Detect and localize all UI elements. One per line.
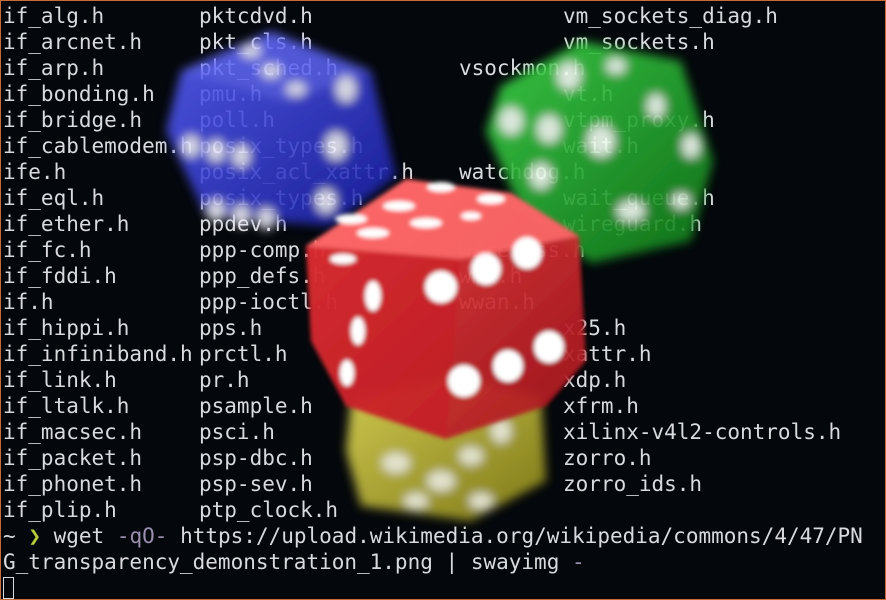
command-url: https://upload.wikimedia.org/wikipedia/c…	[180, 524, 863, 548]
viewer-command: swayimg	[470, 550, 560, 574]
listing-col2-entry: ppp_defs.h	[199, 264, 326, 288]
listing-col4-entry: zorro.h	[563, 446, 652, 470]
input-line[interactable]	[3, 575, 14, 599]
command-line: ~ ❯ wget -qO- https://upload.wikimedia.o…	[3, 523, 863, 549]
listing-col2-entry: ptp_clock.h	[199, 498, 339, 522]
listing-col2-entry: posix_types.h	[199, 134, 364, 158]
listing-col1-entry: if_eql.h	[3, 186, 105, 210]
listing-col2-entry: posix_types.h	[199, 186, 364, 210]
listing-col1-entry: if_plip.h	[3, 498, 117, 522]
listing-col2-entry: ppp-comp.h	[199, 238, 326, 262]
listing-col2-entry: pkt_sched.h	[199, 56, 339, 80]
listing-col2-entry: pmu.h	[199, 82, 263, 106]
listing-col2-entry: pktcdvd.h	[199, 4, 313, 28]
listing-col1-entry: if_hippi.h	[3, 316, 130, 340]
listing-column-2: pktcdvd.h pkt_cls.h pkt_sched.h pmu.h poll.h…	[199, 3, 414, 523]
listing-col4-entry: xdp.h	[563, 368, 627, 392]
listing-col1-entry: if_arcnet.h	[3, 30, 143, 54]
listing-col4-entry: xfrm.h	[563, 394, 639, 418]
listing-col1-entry: if_link.h	[3, 368, 117, 392]
prompt-cwd: ~	[3, 524, 16, 548]
listing-col1-entry: if_bridge.h	[3, 108, 143, 132]
listing-col4-entry: x25.h	[563, 316, 627, 340]
command-flag: -qO-	[116, 524, 168, 548]
listing-col4-entry: xilinx-v4l2-controls.h	[563, 420, 842, 444]
listing-col1-entry: if_ether.h	[3, 212, 130, 236]
listing-col2-entry: pkt_cls.h	[199, 30, 313, 54]
listing-col1-entry: if_cablemodem.h	[3, 134, 193, 158]
prompt-arrow-icon: ❯	[28, 524, 41, 548]
listing-col1-entry: ife.h	[3, 160, 67, 184]
listing-col1-entry: if_infiniband.h	[3, 342, 193, 366]
text-cursor[interactable]	[3, 577, 14, 599]
listing-col2-entry: prctl.h	[199, 342, 288, 366]
listing-col2-entry: posix_acl_xattr.h	[199, 160, 414, 184]
listing-col4-entry	[563, 497, 841, 523]
listing-col1-entry: if_alg.h	[3, 4, 105, 28]
listing-col4-entry: vm_sockets.h	[563, 30, 715, 54]
listing-col4-entry: xattr.h	[563, 342, 652, 366]
listing-col4-entry: vt.h	[563, 82, 614, 106]
listing-col4-entry	[563, 263, 841, 289]
listing-col1-entry: if_phonet.h	[3, 472, 143, 496]
listing-col1-entry: if_bonding.h	[3, 82, 155, 106]
listing-col2-entry: psp-sev.h	[199, 472, 313, 496]
listing-col1-entry: if_arp.h	[3, 56, 105, 80]
stdin-dash: -	[572, 550, 585, 574]
listing-col4-entry: wait.h	[563, 134, 639, 158]
listing-col4-entry	[563, 237, 841, 263]
listing-col1-entry: if_fddi.h	[3, 264, 117, 288]
terminal-window[interactable]: if_alg.h if_arcnet.h if_arp.h if_bonding.h i…	[0, 0, 886, 600]
listing-col1-entry: if_packet.h	[3, 446, 143, 470]
listing-col2-entry: ppdev.h	[199, 212, 288, 236]
listing-column-4: vm_sockets_diag.h vm_sockets.h vt.h vtpm_pr…	[563, 3, 841, 523]
listing-col4-entry: vm_sockets_diag.h	[563, 4, 778, 28]
listing-col1-entry: if_macsec.h	[3, 420, 143, 444]
listing-col2-entry: psci.h	[199, 420, 275, 444]
listing-col4-entry	[563, 55, 841, 81]
listing-col2-entry: pr.h	[199, 368, 250, 392]
listing-col2-entry: pps.h	[199, 316, 263, 340]
listing-col1-entry: if_ltalk.h	[3, 394, 130, 418]
listing-col4-entry: vtpm_proxy.h	[563, 108, 715, 132]
command-url-continued: G_transparency_demonstration_1.png	[3, 550, 433, 574]
listing-column-1: if_alg.h if_arcnet.h if_arp.h if_bonding.h i…	[3, 3, 193, 523]
listing-col4-entry: zorro_ids.h	[563, 472, 703, 496]
listing-col4-entry: wait_queue.h	[563, 186, 715, 210]
listing-col4-entry	[563, 159, 841, 185]
listing-col1-entry: if.h	[3, 290, 54, 314]
listing-col1-entry: if_fc.h	[3, 238, 92, 262]
listing-col2-entry: psample.h	[199, 394, 313, 418]
terminal-output[interactable]: if_alg.h if_arcnet.h if_arp.h if_bonding.h i…	[3, 3, 883, 599]
listing-col2-entry: ppp-ioctl.h	[199, 290, 339, 314]
command-name: wget	[53, 524, 105, 548]
listing-col4-entry: wireguard.h	[563, 212, 703, 236]
listing-col2-entry: poll.h	[199, 108, 275, 132]
command-line-wrap: G_transparency_demonstration_1.png | swa…	[3, 549, 585, 575]
pipe-symbol: |	[445, 550, 459, 574]
listing-col4-entry	[563, 289, 841, 315]
listing-col2-entry: psp-dbc.h	[199, 446, 313, 470]
